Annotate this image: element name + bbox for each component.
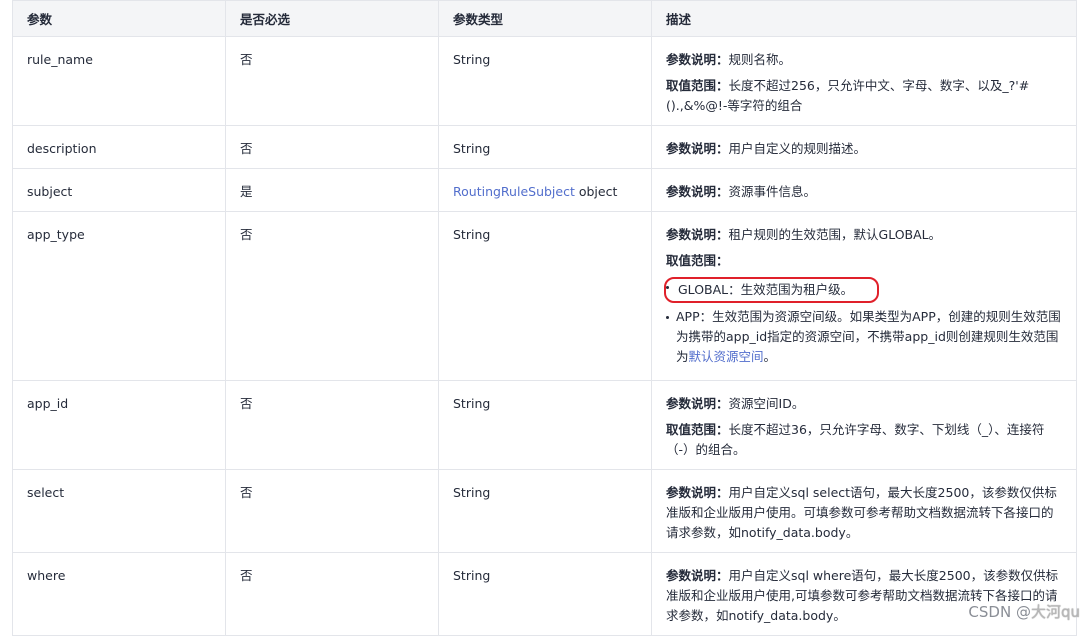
header-required: 是否必选 [225, 0, 439, 37]
param-description: 参数说明：规则名称。 取值范围：长度不超过256，只允许中文、字母、数字、以及_… [651, 36, 1077, 126]
table-row: where 否 String 参数说明：用户自定义sql where语句，最大长… [12, 552, 1077, 636]
table-row: subject 是 RoutingRuleSubject object 参数说明… [12, 168, 1077, 212]
table-row: app_type 否 String 参数说明：租户规则的生效范围，默认GLOBA… [12, 211, 1077, 381]
table-row: rule_name 否 String 参数说明：规则名称。 取值范围：长度不超过… [12, 36, 1077, 126]
table-header-row: 参数 是否必选 参数类型 描述 [12, 0, 1077, 37]
desc-text: 用户自定义的规则描述。 [728, 141, 867, 156]
desc-label: 参数说明： [666, 485, 729, 500]
default-resource-space-link[interactable]: 默认资源空间 [689, 349, 764, 364]
param-description: 参数说明：用户自定义的规则描述。 [651, 125, 1077, 169]
type-suffix: object [574, 184, 618, 199]
param-name: description [12, 125, 226, 169]
param-type: String [438, 36, 652, 126]
param-description: 参数说明：资源空间ID。 取值范围：长度不超过36，只允许字母、数字、下划线（_… [651, 380, 1077, 470]
header-description: 描述 [651, 0, 1077, 37]
param-required: 否 [225, 125, 439, 169]
desc-label: 参数说明： [666, 396, 729, 411]
bullet-end: 。 [763, 349, 777, 364]
watermark-author: 大河qu [1030, 603, 1080, 621]
desc-label: 取值范围： [666, 253, 729, 268]
desc-text: 租户规则的生效范围，默认GLOBAL。 [728, 227, 942, 242]
header-type: 参数类型 [438, 0, 652, 37]
desc-label: 参数说明： [666, 184, 729, 199]
param-name: rule_name [12, 36, 226, 126]
param-name: where [12, 552, 226, 636]
highlight-annotation: GLOBAL：生效范围为租户级。 [664, 277, 880, 303]
param-required: 否 [225, 469, 439, 553]
param-required: 否 [225, 552, 439, 636]
desc-label: 参数说明： [666, 141, 729, 156]
param-required: 否 [225, 380, 439, 470]
table-row: description 否 String 参数说明：用户自定义的规则描述。 [12, 125, 1077, 169]
param-type: RoutingRuleSubject object [438, 168, 652, 212]
param-type: String [438, 552, 652, 636]
table-row: select 否 String 参数说明：用户自定义sql select语句，最… [12, 469, 1077, 553]
watermark-prefix: CSDN @ [968, 603, 1031, 621]
param-description: 参数说明：资源事件信息。 [651, 168, 1077, 212]
param-type: String [438, 380, 652, 470]
desc-label: 取值范围： [666, 422, 729, 437]
desc-label: 参数说明： [666, 568, 729, 583]
param-name: app_type [12, 211, 226, 381]
param-description: 参数说明：用户自定义sql select语句，最大长度2500，该参数仅供标准版… [651, 469, 1077, 553]
desc-text: 资源空间ID。 [728, 396, 805, 411]
list-item: APP：生效范围为资源空间级。如果类型为APP，创建的规则生效范围为携带的app… [666, 307, 1062, 367]
param-required: 否 [225, 211, 439, 381]
desc-label: 参数说明： [666, 227, 729, 242]
param-type: String [438, 469, 652, 553]
bullet-text: GLOBAL：生效范围为租户级。 [678, 282, 854, 297]
parameter-table: 参数 是否必选 参数类型 描述 rule_name 否 String 参数说明：… [12, 0, 1077, 636]
param-type: String [438, 211, 652, 381]
desc-text: 资源事件信息。 [728, 184, 817, 199]
list-item: GLOBAL：生效范围为租户级。 [664, 277, 1062, 303]
desc-label: 参数说明： [666, 52, 729, 67]
routing-rule-subject-link[interactable]: RoutingRuleSubject [453, 184, 575, 199]
param-description: 参数说明：用户自定义sql where语句，最大长度2500，该参数仅供标准版和… [651, 552, 1077, 636]
param-type: String [438, 125, 652, 169]
desc-label: 取值范围： [666, 78, 729, 93]
desc-text: 规则名称。 [728, 52, 792, 67]
value-range-list: GLOBAL：生效范围为租户级。 APP：生效范围为资源空间级。如果类型为APP… [664, 277, 1062, 367]
csdn-watermark: CSDN @大河qu [968, 601, 1080, 622]
param-name: select [12, 469, 226, 553]
param-name: app_id [12, 380, 226, 470]
table-row: app_id 否 String 参数说明：资源空间ID。 取值范围：长度不超过3… [12, 380, 1077, 470]
param-required: 是 [225, 168, 439, 212]
param-description: 参数说明：租户规则的生效范围，默认GLOBAL。 取值范围： GLOBAL：生效… [651, 211, 1077, 381]
header-param: 参数 [12, 0, 226, 37]
param-required: 否 [225, 36, 439, 126]
param-name: subject [12, 168, 226, 212]
